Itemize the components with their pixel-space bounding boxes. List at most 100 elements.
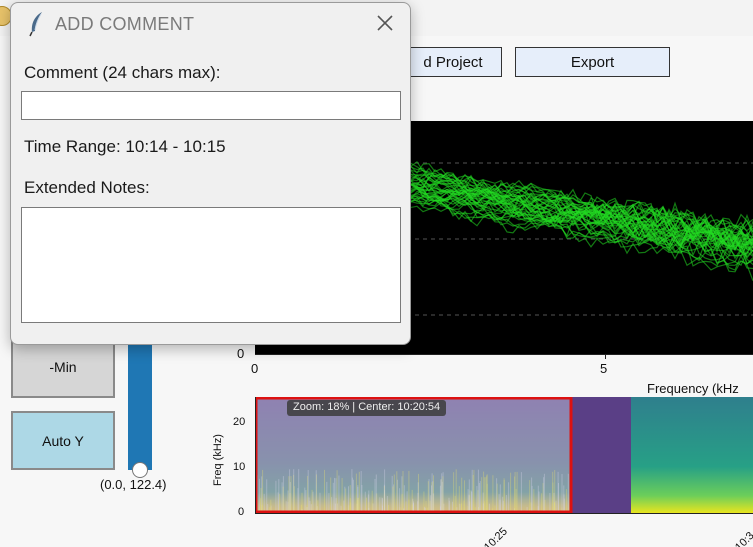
spectrogram-speckle: [392, 486, 394, 513]
time-range-label: Time Range: 10:14 - 10:15: [24, 137, 226, 156]
spectrogram-speckle: [433, 493, 435, 513]
spectrogram-speckle: [282, 486, 284, 513]
spectrogram-speckle: [277, 492, 279, 513]
spectrogram-speckle: [520, 472, 522, 513]
auto-y-label: Auto Y: [42, 432, 84, 449]
spectrogram-speckle: [312, 491, 314, 513]
spectrogram-speckle: [481, 477, 483, 513]
spectrogram-speckle: [402, 471, 404, 513]
spectrogram-speckle: [552, 471, 554, 513]
spectrogram-speckle: [352, 479, 354, 513]
spectrogram-speckle: [304, 487, 306, 513]
spectrogram-speckle: [399, 488, 401, 513]
y-range-slider[interactable]: [128, 330, 152, 470]
spectrogram-speckle: [510, 472, 512, 513]
spectrogram-speckle: [469, 490, 471, 513]
spectrogram-speckle: [427, 481, 429, 513]
x-tick-label: 0: [251, 361, 259, 376]
spectrogram-speckle: [485, 477, 487, 513]
x-axis-line: [255, 354, 753, 355]
spectrogram-speckle: [332, 482, 334, 513]
spectrogram-speckle: [531, 477, 533, 513]
spectrogram-speckle: [330, 477, 332, 513]
app-window: d Project Export -Min Auto Y (0.0, 122.4…: [0, 0, 753, 547]
spectrogram-speckle: [515, 488, 517, 513]
comment-label: Comment (24 chars max):: [24, 63, 221, 82]
spectrogram-speckle: [315, 470, 317, 513]
overview-x-axis-line: [255, 513, 753, 514]
spectrogram-region: [631, 397, 753, 513]
overview-x-tick: 10:3: [733, 529, 753, 547]
overview-y-axis-title: Freq (kHz): [212, 434, 224, 486]
spectrogram-speckle: [287, 490, 289, 513]
comment-input[interactable]: [21, 91, 401, 120]
spectrogram-speckle: [543, 473, 545, 513]
spectrogram-speckle: [334, 477, 335, 513]
spectrogram-speckle: [345, 488, 347, 513]
spectrogram-speckle: [482, 492, 484, 513]
spectrogram-speckle: [319, 492, 321, 513]
spectrogram-speckle: [360, 471, 362, 513]
spectrogram-speckle: [401, 494, 403, 513]
y-min-label: -Min: [49, 358, 77, 375]
overview-y-tick: 10: [233, 461, 246, 473]
spectrogram-speckle: [258, 478, 260, 513]
overview-x-tick: 10:25: [482, 525, 510, 547]
spectrogram-speckle: [461, 477, 463, 513]
auto-y-button[interactable]: Auto Y: [11, 411, 115, 470]
spectrogram-speckle: [328, 493, 330, 513]
spectrogram-speckle: [375, 474, 377, 513]
spectrogram-speckle: [516, 471, 518, 513]
spectrogram-speckle: [364, 491, 366, 513]
spectrogram-speckle: [505, 495, 507, 513]
spectrogram-speckle: [263, 493, 265, 513]
spectrogram-speckle: [498, 494, 500, 513]
spectrogram-speckle: [496, 483, 498, 513]
y-range-slider-handle[interactable]: [132, 462, 148, 478]
extended-notes-label: Extended Notes:: [24, 178, 150, 197]
spectrogram-speckle: [486, 475, 488, 513]
spectrogram-speckle: [338, 475, 340, 513]
export-button[interactable]: Export: [515, 47, 670, 77]
spectrogram-speckle: [476, 486, 478, 513]
dialog-title: ADD COMMENT: [55, 14, 195, 34]
extended-notes-textarea[interactable]: [21, 207, 401, 323]
spectrogram-speckle: [558, 483, 559, 513]
overview-y-tick: 0: [238, 506, 245, 518]
spectrogram-speckle: [508, 482, 510, 513]
spectrogram-speckle: [262, 469, 264, 513]
load-project-label: d Project: [423, 53, 483, 71]
x-tick-mark: [605, 354, 606, 359]
spectrogram-speckle: [529, 480, 531, 513]
spectrogram-speckle: [358, 471, 360, 513]
overview-y-tick: 20: [233, 416, 246, 428]
spectrogram-speckle: [384, 469, 386, 513]
y-tick-label: 0: [237, 346, 245, 361]
spectrogram-speckle: [279, 493, 281, 513]
spectrogram-speckle: [453, 472, 455, 513]
spectrogram-speckle: [307, 470, 309, 513]
spectrogram-speckle: [386, 496, 388, 513]
spectrogram-speckle: [406, 491, 408, 513]
x-axis-title: Frequency (kHz: [647, 381, 739, 396]
spectrogram-speckle: [477, 490, 479, 513]
spectrogram-speckle: [288, 476, 290, 513]
close-icon[interactable]: [373, 11, 397, 35]
spectrogram-speckle: [442, 476, 444, 513]
export-label: Export: [570, 53, 615, 71]
spectrogram-speckle: [541, 493, 543, 513]
spectrogram-speckle: [266, 479, 268, 513]
spectrogram-speckle: [351, 469, 353, 513]
spectrogram-speckle: [471, 491, 473, 513]
spectrogram-speckle: [561, 474, 563, 513]
spectrogram-speckle: [431, 485, 432, 513]
spectrogram-speckle: [260, 488, 262, 513]
spectrum-traces: [404, 160, 753, 282]
spectrogram-region: [571, 397, 631, 513]
spectrogram-speckle: [326, 481, 328, 513]
spectrogram-speckle: [341, 478, 343, 513]
spectrogram-speckle: [275, 480, 277, 513]
spectrogram-speckle: [396, 471, 398, 513]
spectrogram-speckle: [441, 473, 443, 513]
x-tick-label: 5: [600, 361, 608, 376]
